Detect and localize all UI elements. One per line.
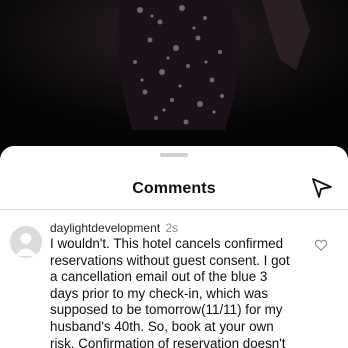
comment-text: I wouldn't. This hotel cancels confirmed… [50,236,290,348]
sheet-grabber[interactable] [160,153,188,157]
comments-title: Comments [132,180,216,197]
comment-meta: daylightdevelopment 2s [50,221,178,235]
comments-sheet: Comments daylightdevelopment 2s I wouldn… [0,146,348,348]
comment-time: 2s [165,221,179,235]
send-icon[interactable] [310,176,334,200]
app-screen: Comments daylightdevelopment 2s I wouldn… [0,0,348,348]
comments-header: Comments [0,176,348,206]
background-photo [0,0,348,160]
header-divider [0,209,348,210]
comment-username[interactable]: daylightdevelopment [50,221,160,235]
heart-outline-icon[interactable] [314,238,328,252]
default-avatar-icon[interactable] [10,226,42,258]
